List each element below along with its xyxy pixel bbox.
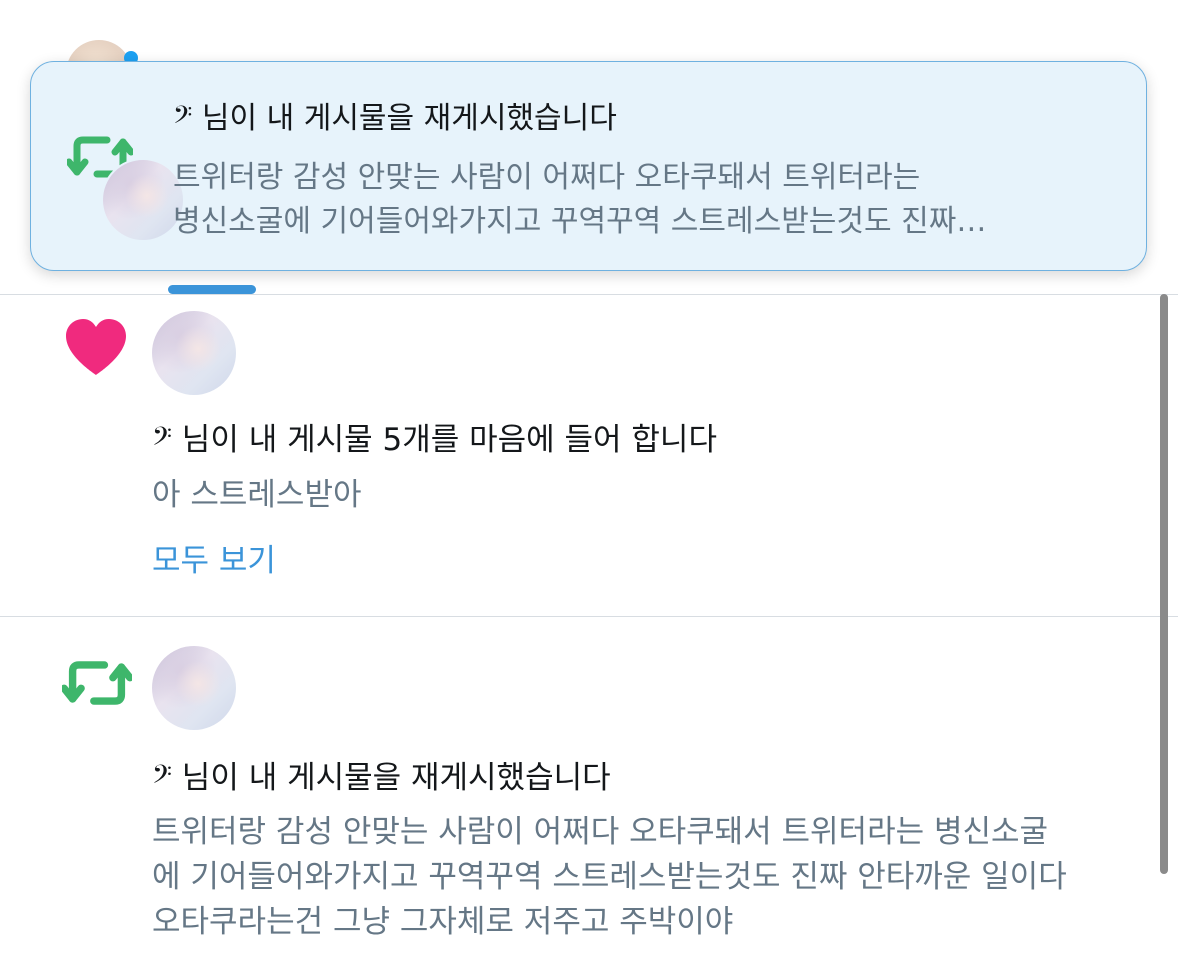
notification-text: 아 스트레스받아 bbox=[152, 473, 1152, 518]
notification-text-line: 오타쿠라는건 그냥 그자체로 저주고 주박이야 bbox=[152, 904, 734, 940]
toast-icon-group bbox=[67, 132, 185, 242]
avatar[interactable] bbox=[152, 311, 236, 395]
notification-title: 𝄢 님이 내 게시물 5개를 마음에 들어 합니다 bbox=[152, 422, 717, 458]
notification-title: 𝄢 님이 내 게시물을 재게시했습니다 bbox=[152, 760, 611, 796]
retweet-icon bbox=[62, 661, 132, 705]
toast-title: 𝄢 님이 내 게시물을 재게시했습니다 bbox=[173, 101, 617, 136]
toast-body-line: 병신소굴에 기어들어와가지고 꾸역꾸역 스트레스받는것도 진짜… bbox=[173, 204, 987, 239]
notification-text-line: 에 기어들어와가지고 꾸역꾸역 스트레스받는것도 진짜 안타까운 일이다 bbox=[152, 859, 1067, 895]
avatar-image bbox=[152, 311, 236, 395]
notification-toast[interactable]: 𝄢 님이 내 게시물을 재게시했습니다 트위터랑 감성 안맞는 사람이 어쩌다 … bbox=[30, 61, 1147, 271]
sender-name[interactable]: 𝄢 bbox=[152, 422, 172, 458]
notification-text-line: 아 스트레스받아 bbox=[152, 477, 362, 513]
sender-name: 𝄢 bbox=[173, 101, 193, 136]
notification-text-line: 트위터랑 감성 안맞는 사람이 어쩌다 오타쿠돼서 트위터라는 병신소굴 bbox=[152, 814, 1049, 850]
selected-tab-indicator bbox=[168, 285, 256, 294]
notification-retweet[interactable]: 𝄢 님이 내 게시물을 재게시했습니다 트위터랑 감성 안맞는 사람이 어쩌다 … bbox=[0, 617, 1178, 960]
toast-body-line: 트위터랑 감성 안맞는 사람이 어쩌다 오타쿠돼서 트위터라는 bbox=[173, 160, 921, 195]
avatar[interactable] bbox=[152, 646, 236, 730]
see-all-link[interactable]: 모두 보기 bbox=[152, 540, 276, 582]
scrollbar[interactable] bbox=[1160, 294, 1168, 874]
heart-icon bbox=[66, 319, 126, 375]
toast-body: 트위터랑 감성 안맞는 사람이 어쩌다 오타쿠돼서 트위터라는 병신소굴에 기어… bbox=[173, 156, 1103, 244]
sender-name[interactable]: 𝄢 bbox=[152, 760, 172, 796]
notification-like[interactable]: 𝄢 님이 내 게시물 5개를 마음에 들어 합니다 아 스트레스받아 모두 보기 bbox=[0, 295, 1178, 615]
notification-text: 트위터랑 감성 안맞는 사람이 어쩌다 오타쿠돼서 트위터라는 병신소굴 에 기… bbox=[152, 810, 1152, 945]
avatar-image bbox=[152, 646, 236, 730]
